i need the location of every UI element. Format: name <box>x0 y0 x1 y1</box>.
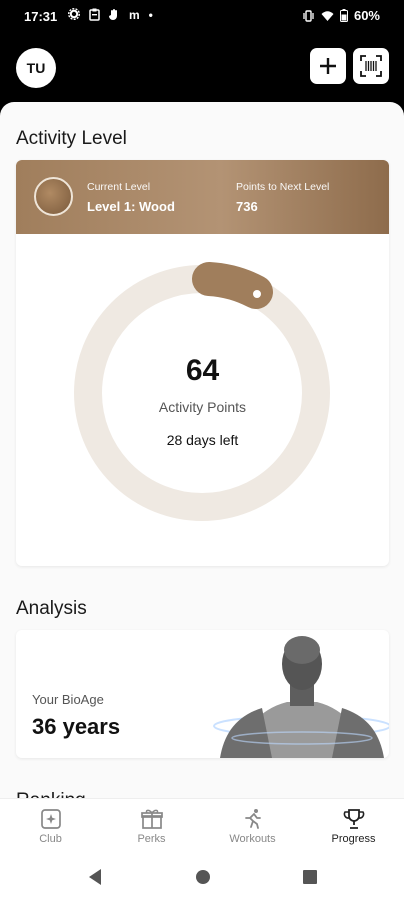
hand-icon <box>109 9 117 20</box>
status-time: 17:31 <box>24 9 58 24</box>
wood-level-badge-icon <box>34 177 73 216</box>
dot-icon: • <box>148 8 153 22</box>
status-bar: 17:31 m • 60% <box>0 0 404 34</box>
days-left-text: 28 days left <box>166 432 239 448</box>
activity-points-label: Activity Points <box>158 399 247 415</box>
points-next-caption: Points to Next Level <box>236 181 330 193</box>
add-button[interactable] <box>310 48 346 84</box>
bottom-nav: Club Perks Workouts Progress <box>0 798 404 854</box>
analysis-title: Analysis <box>16 598 87 619</box>
bioage-card[interactable]: Your BioAge 36 years <box>16 630 389 758</box>
nav-perks[interactable]: Perks <box>101 799 202 855</box>
nav-perks-label: Perks <box>137 833 166 845</box>
recents-icon[interactable] <box>302 868 318 886</box>
main-content[interactable]: Activity Level Current Level Level 1: Wo… <box>0 102 404 798</box>
activity-ring: 64 Activity Points 28 days left <box>16 234 389 566</box>
nav-progress[interactable]: Progress <box>303 799 404 855</box>
gift-icon <box>141 809 163 829</box>
status-left-icons: m • <box>68 8 153 22</box>
level-banner[interactable]: Current Level Level 1: Wood Points to Ne… <box>16 160 389 234</box>
current-level-value: Level 1: Wood <box>87 199 175 214</box>
battery-icon <box>339 9 348 22</box>
activity-card[interactable]: Current Level Level 1: Wood Points to Ne… <box>16 160 389 566</box>
system-nav-bar <box>0 854 404 900</box>
app-header: TU <box>0 34 404 102</box>
nav-club[interactable]: Club <box>0 799 101 855</box>
bioage-value: 36 years <box>32 714 121 739</box>
vibrate-icon <box>303 9 314 22</box>
current-level-caption: Current Level <box>87 181 151 193</box>
status-right-icons: 60% <box>302 8 380 23</box>
ranking-title: Ranking <box>16 790 86 798</box>
activity-level-title: Activity Level <box>16 128 127 149</box>
bioage-label: Your BioAge <box>32 692 104 707</box>
nav-progress-label: Progress <box>331 833 376 845</box>
runner-icon <box>245 809 261 829</box>
barcode-scan-icon <box>360 55 382 77</box>
battery-percent: 60% <box>353 8 380 23</box>
m-icon: m <box>129 8 140 22</box>
trophy-icon <box>343 809 365 829</box>
settings-icon <box>68 8 80 20</box>
nav-club-label: Club <box>39 833 62 845</box>
club-icon <box>41 809 61 829</box>
back-icon[interactable] <box>87 868 103 886</box>
plus-icon <box>320 58 336 74</box>
clipboard-icon <box>89 8 100 21</box>
wifi-icon <box>321 10 334 21</box>
scan-button[interactable] <box>353 48 389 84</box>
avatar-initials: TU <box>26 60 46 76</box>
nav-workouts[interactable]: Workouts <box>202 799 303 855</box>
nav-workouts-label: Workouts <box>229 833 276 845</box>
athlete-image <box>213 636 389 758</box>
points-next-value: 736 <box>236 199 258 214</box>
avatar[interactable]: TU <box>16 48 56 88</box>
home-icon[interactable] <box>195 868 211 886</box>
activity-points-value: 64 <box>185 354 220 387</box>
